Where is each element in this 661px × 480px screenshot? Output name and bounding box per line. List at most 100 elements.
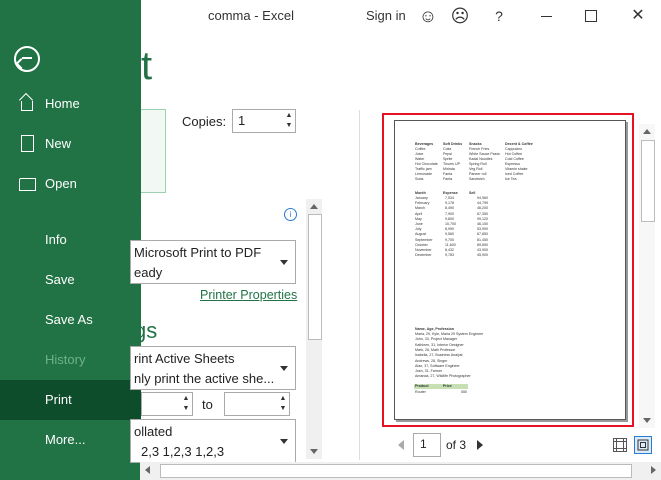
- preview-cell: Sandwich: [469, 177, 485, 181]
- maximize-icon[interactable]: [579, 4, 603, 28]
- preview-cell: January: [415, 196, 428, 200]
- info-icon[interactable]: i: [284, 208, 297, 221]
- pages-to-label: to: [202, 397, 213, 412]
- sidebar-item-label: Print: [45, 392, 72, 407]
- preview-cell: Kathleen, 31, Interior Designer: [415, 342, 464, 347]
- preview-cell: Vitamin shake: [505, 167, 528, 171]
- sidebar-item-more[interactable]: More...: [0, 420, 141, 460]
- settings-scroll-thumb[interactable]: [308, 214, 322, 340]
- page-title: t: [141, 44, 153, 88]
- sidebar-item-label: New: [45, 136, 72, 151]
- chevron-down-icon[interactable]: ▼: [279, 404, 287, 413]
- preview-cell: 67,850: [477, 232, 488, 237]
- sidebar-item-save-as[interactable]: Save As: [0, 300, 141, 340]
- preview-header: Price: [443, 384, 452, 388]
- preview-cell: November: [415, 248, 432, 252]
- chevron-up-icon[interactable]: ▲: [285, 111, 293, 120]
- preview-cell: Coke: [443, 147, 452, 151]
- preview-cell: Isabella, 27, Business Analyst: [415, 353, 463, 358]
- sidebar-item-label: Save: [45, 272, 75, 287]
- sidebar-item-info[interactable]: Info: [0, 220, 141, 260]
- back-arrow-icon[interactable]: [14, 46, 40, 72]
- preview-cell: 44,799: [477, 201, 488, 206]
- print-what-description: nly print the active she...: [134, 371, 275, 386]
- sign-in-link[interactable]: Sign in: [366, 8, 406, 23]
- preview-cell: December: [415, 253, 432, 258]
- sidebar-item-open[interactable]: Open: [0, 164, 141, 204]
- preview-page: Beverages Soft Drinks Snacks Decent & Co…: [394, 120, 626, 420]
- preview-scroll-thumb[interactable]: [641, 140, 655, 222]
- preview-cell: August: [415, 232, 427, 237]
- scroll-up-icon[interactable]: [643, 129, 651, 134]
- scroll-left-icon[interactable]: [145, 466, 150, 474]
- preview-cell: Mark, 26, Math Professor: [415, 347, 456, 352]
- preview-cell: Cold Coffee: [505, 157, 524, 161]
- preview-cell: Fanta: [443, 177, 453, 181]
- preview-cell: 43,900: [477, 248, 488, 252]
- smiley-icon[interactable]: ☺: [416, 4, 440, 28]
- preview-cell: French Fries: [469, 147, 490, 151]
- preview-cell: September: [415, 237, 433, 242]
- copies-value: 1: [238, 113, 246, 128]
- close-icon[interactable]: ✕: [626, 4, 650, 28]
- chevron-down-icon[interactable]: ▼: [182, 404, 190, 413]
- zoom-to-page-icon[interactable]: [634, 436, 652, 454]
- previous-page-icon[interactable]: [398, 440, 404, 450]
- preview-cell: Water: [415, 157, 425, 161]
- scroll-up-icon[interactable]: [310, 204, 318, 209]
- next-page-icon[interactable]: [477, 440, 483, 450]
- preview-cell: Maria, 29, Kyle, Maria 29 System Enginee…: [415, 332, 484, 336]
- print-button[interactable]: [141, 109, 166, 193]
- preview-cell: Espresso: [505, 162, 520, 166]
- chevron-up-icon[interactable]: ▲: [279, 394, 287, 403]
- page-number-input[interactable]: [413, 433, 441, 457]
- preview-header: Snacks: [469, 142, 482, 146]
- collate-description: 2,3 1,2,3 1,2,3: [141, 444, 225, 459]
- printer-properties-link[interactable]: Printer Properties: [200, 288, 297, 302]
- preview-cell: Josh, 31, Farmer: [415, 369, 443, 374]
- scroll-down-icon[interactable]: [310, 449, 318, 454]
- preview-cell: Mirinda: [443, 167, 455, 171]
- preview-header: Sell: [469, 191, 476, 195]
- chevron-up-icon[interactable]: ▲: [182, 394, 190, 403]
- copies-label: Copies:: [182, 114, 227, 129]
- preview-cell: Thums UP: [443, 162, 460, 166]
- preview-cell: Soda: [415, 177, 424, 181]
- window-title: comma - Excel: [208, 8, 294, 23]
- preview-cell: June: [415, 222, 423, 226]
- preview-cell: 94,960: [477, 196, 488, 200]
- show-margins-icon[interactable]: [612, 437, 628, 453]
- sidebar-item-label: More...: [45, 432, 86, 447]
- preview-cell: Cappucino: [505, 147, 523, 151]
- scroll-right-icon[interactable]: [651, 466, 656, 474]
- preview-cell: October: [415, 242, 428, 247]
- pages-to-stepper[interactable]: ▲ ▼: [224, 392, 290, 416]
- preview-cell: 45,900: [477, 253, 488, 258]
- chevron-down-icon[interactable]: ▼: [285, 121, 293, 130]
- preview-cell: Hot Chocolate: [415, 162, 438, 166]
- preview-header: Product: [415, 384, 429, 388]
- preview-cell: Traffic jam: [415, 167, 432, 171]
- sidebar-item-new[interactable]: New: [0, 124, 141, 164]
- print-what-value: rint Active Sheets: [134, 351, 235, 366]
- preview-header: Month: [415, 191, 426, 195]
- preview-cell: Amanda, 27, Wildlife Photographer: [415, 374, 471, 379]
- minimize-icon[interactable]: [535, 4, 559, 28]
- pages-from-stepper[interactable]: ▲ ▼: [141, 392, 193, 416]
- preview-cell: Coffee: [415, 147, 426, 151]
- preview-cell: 99,120: [477, 216, 488, 221]
- current-page: 1: [420, 437, 427, 451]
- frown-icon[interactable]: ☹: [448, 4, 472, 28]
- preview-cell: 8,490: [445, 206, 454, 211]
- preview-cell: Alan, 37, Software Engineer: [415, 363, 460, 368]
- help-icon[interactable]: ?: [487, 4, 511, 28]
- sidebar-item-home[interactable]: Home: [0, 84, 141, 124]
- new-document-icon: [18, 134, 36, 152]
- scroll-down-icon[interactable]: [643, 418, 651, 423]
- horizontal-scroll-thumb[interactable]: [160, 464, 632, 478]
- sidebar-item-save[interactable]: Save: [0, 260, 141, 300]
- preview-cell: 9,178: [445, 201, 454, 206]
- sidebar-item-print[interactable]: Print: [0, 380, 141, 420]
- preview-cell: 9,700: [445, 237, 454, 242]
- preview-cell: Sprite: [443, 157, 453, 161]
